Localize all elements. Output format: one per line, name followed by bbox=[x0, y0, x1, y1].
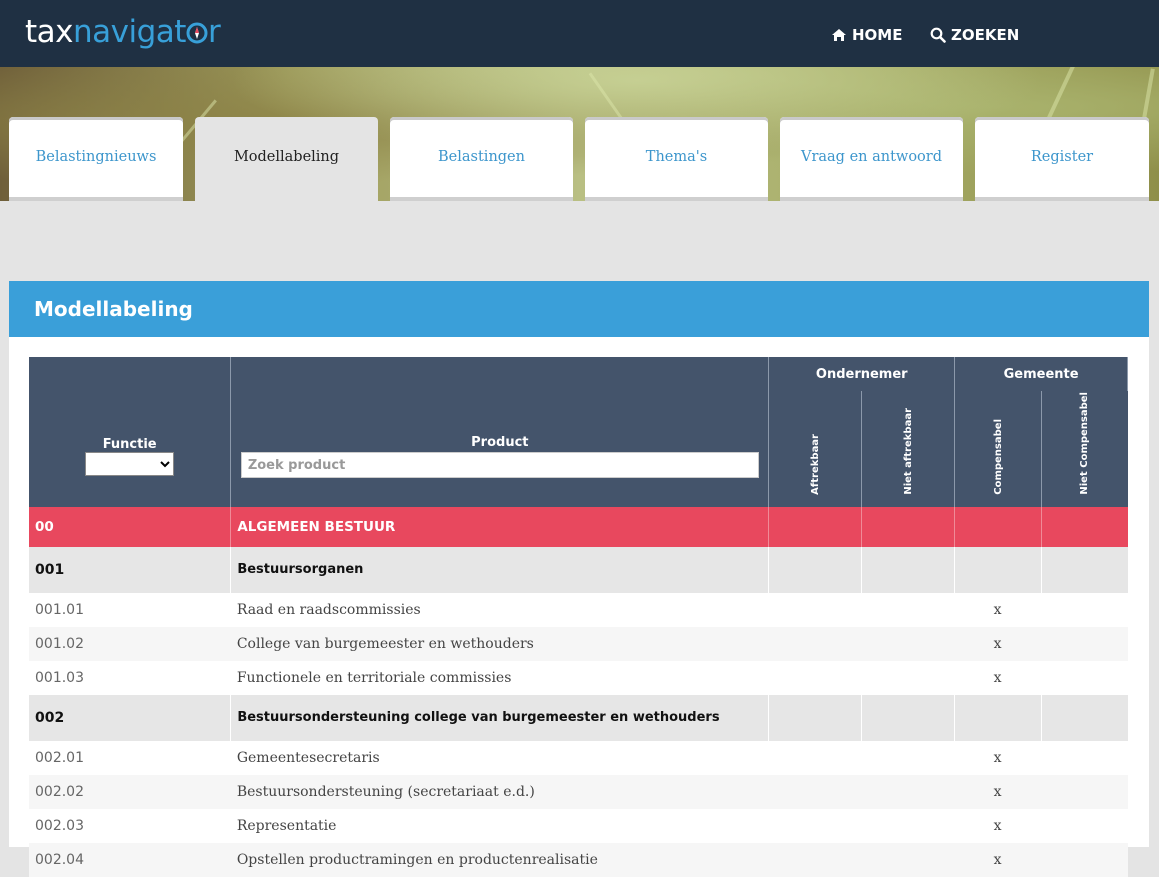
group-code: 00 bbox=[29, 506, 232, 547]
niet-aftrekbaar-label: Niet aftrekbaar bbox=[902, 407, 914, 495]
row-code: 001.02 bbox=[29, 626, 231, 661]
table-row[interactable]: 001.03 Functionele en territoriale commi… bbox=[29, 660, 1128, 695]
table-row[interactable]: 002.01 Gemeentesecretaris x bbox=[29, 740, 1128, 775]
compensabel-mark: x bbox=[954, 592, 1042, 627]
modellabeling-card: Modellabeling Functie Product Ondernemer… bbox=[9, 281, 1149, 877]
modellabeling-table: Functie Product Ondernemer Gemeente Aftr… bbox=[29, 357, 1128, 877]
row-name: Functionele en territoriale commissies bbox=[230, 660, 769, 695]
product-label: Product bbox=[471, 435, 529, 451]
gemeente-header: Gemeente bbox=[954, 357, 1128, 391]
functie-header: Functie bbox=[29, 357, 232, 507]
functie-select[interactable] bbox=[85, 452, 175, 477]
compensabel-mark: x bbox=[954, 660, 1042, 695]
logo-text-tax: tax bbox=[25, 14, 74, 50]
row-code: 002.04 bbox=[29, 842, 231, 877]
search-link[interactable]: ZOEKEN bbox=[930, 24, 1019, 46]
logo-text-r: r bbox=[207, 14, 221, 50]
table-row[interactable]: 002.02 Bestuursondersteuning (secretaria… bbox=[29, 774, 1128, 809]
row-code: 002.03 bbox=[29, 808, 231, 843]
section-name: Bestuursorganen bbox=[230, 546, 770, 593]
compensabel-mark: x bbox=[954, 626, 1042, 661]
search-icon bbox=[930, 27, 946, 43]
compensabel-mark: x bbox=[954, 774, 1042, 809]
niet-compensabel-header: Niet Compensabel bbox=[1041, 391, 1128, 507]
group-row[interactable]: 00 ALGEMEEN BESTUUR bbox=[29, 506, 1128, 547]
home-icon bbox=[832, 29, 846, 41]
taxnavigator-logo[interactable]: taxnavigat r bbox=[25, 12, 221, 52]
row-name: Gemeentesecretaris bbox=[230, 740, 769, 775]
functie-label: Functie bbox=[102, 437, 157, 453]
tab-vraag-en-antwoord[interactable]: Vraag en antwoord bbox=[780, 117, 963, 201]
row-name: Bestuursondersteuning (secretariaat e.d.… bbox=[230, 774, 769, 809]
row-code: 002.02 bbox=[29, 774, 231, 809]
table-row[interactable]: 001.01 Raad en raadscommissies x bbox=[29, 592, 1128, 627]
logo-text-navigat: navigat bbox=[73, 14, 186, 50]
section-code: 002 bbox=[29, 694, 232, 741]
compensabel-header: Compensabel bbox=[954, 391, 1043, 507]
top-navbar: taxnavigat r HOME ZOEKEN bbox=[0, 0, 1159, 67]
table-row[interactable]: 001.02 College van burgemeester en wetho… bbox=[29, 626, 1128, 661]
row-name: Opstellen productramingen en productenre… bbox=[230, 842, 769, 877]
group-name: ALGEMEEN BESTUUR bbox=[230, 506, 770, 547]
tab-themas[interactable]: Thema's bbox=[585, 117, 768, 201]
home-link[interactable]: HOME bbox=[831, 24, 902, 46]
card-title: Modellabeling bbox=[9, 281, 1149, 337]
tab-register[interactable]: Register bbox=[975, 117, 1149, 201]
row-code: 002.01 bbox=[29, 740, 231, 775]
aftrekbaar-label: Aftrekbaar bbox=[809, 433, 821, 495]
row-name: Raad en raadscommissies bbox=[230, 592, 769, 627]
section-code: 001 bbox=[29, 546, 232, 593]
ondernemer-header: Ondernemer bbox=[768, 357, 956, 391]
tab-belastingnieuws[interactable]: Belastingnieuws bbox=[9, 117, 183, 201]
niet-aftrekbaar-header: Niet aftrekbaar bbox=[861, 391, 956, 507]
section-row[interactable]: 002 Bestuursondersteuning college van bu… bbox=[29, 694, 1128, 741]
product-header: Product bbox=[230, 357, 770, 507]
tab-modellabeling[interactable]: Modellabeling bbox=[195, 117, 378, 201]
aftrekbaar-header: Aftrekbaar bbox=[768, 391, 863, 507]
section-row[interactable]: 001 Bestuursorganen bbox=[29, 546, 1128, 593]
search-label: ZOEKEN bbox=[951, 26, 1020, 44]
row-code: 001.03 bbox=[29, 660, 231, 695]
row-name: College van burgemeester en wethouders bbox=[230, 626, 769, 661]
table-row[interactable]: 002.03 Representatie x bbox=[29, 808, 1128, 843]
row-name: Representatie bbox=[230, 808, 769, 843]
row-code: 001.01 bbox=[29, 592, 231, 627]
compensabel-mark: x bbox=[954, 842, 1042, 877]
section-name: Bestuursondersteuning college van burgem… bbox=[230, 694, 770, 741]
niet-compensabel-label: Niet Compensabel bbox=[1079, 392, 1091, 495]
compensabel-mark: x bbox=[954, 808, 1042, 843]
compensabel-label: Compensabel bbox=[992, 418, 1004, 495]
compensabel-mark: x bbox=[954, 740, 1042, 775]
table-row[interactable]: 002.04 Opstellen productramingen en prod… bbox=[29, 842, 1128, 877]
compass-icon bbox=[186, 22, 208, 44]
tab-belastingen[interactable]: Belastingen bbox=[390, 117, 573, 201]
home-label: HOME bbox=[852, 26, 903, 44]
product-search-input[interactable] bbox=[240, 452, 759, 479]
